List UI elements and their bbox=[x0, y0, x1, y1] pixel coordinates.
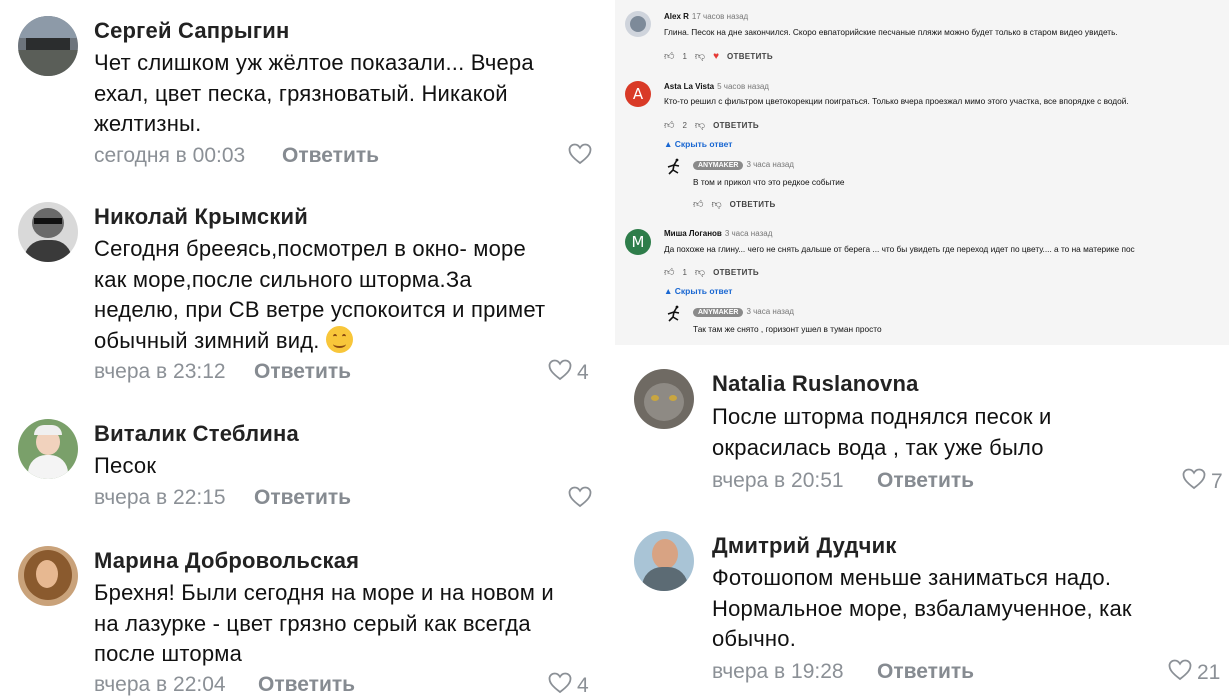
like-count: 21 bbox=[1197, 661, 1221, 684]
like-button[interactable]: 4 bbox=[548, 359, 589, 387]
comment-time[interactable]: сегодня в 00:03 bbox=[94, 144, 245, 168]
heart-icon bbox=[1168, 659, 1192, 687]
reply-button[interactable]: ОТВЕТИТЬ bbox=[713, 268, 759, 277]
thumbs-down-icon[interactable]: 👎︎ bbox=[695, 119, 705, 131]
author-badge[interactable]: ANYMAKER bbox=[693, 308, 744, 317]
youtube-comments-panel: Alex R 17 часов назад Глина. Песок на дне… bbox=[615, 0, 1229, 345]
comment-text: Да похоже на глину... чего не снять даль… bbox=[664, 244, 1135, 254]
comment-text: Чет слишком уж жёлтое показали... Вчера … bbox=[94, 50, 534, 136]
comment-text: После шторма поднялся песок и окрасилась… bbox=[712, 404, 1052, 460]
comment-author[interactable]: Виталик Стеблина bbox=[94, 421, 299, 447]
reply-button[interactable]: Ответить bbox=[254, 360, 351, 384]
avatar[interactable] bbox=[18, 16, 78, 76]
comment-text: Глина. Песок на дне закончился. Скоро ев… bbox=[664, 27, 1118, 37]
reply-button[interactable]: Ответить bbox=[254, 486, 351, 510]
reply-button[interactable]: Ответить bbox=[877, 660, 974, 684]
reply-button[interactable]: Ответить bbox=[282, 144, 379, 168]
like-count: 2 bbox=[682, 120, 687, 130]
comment-time[interactable]: 17 часов назад bbox=[692, 12, 748, 21]
like-button[interactable]: 4 bbox=[548, 672, 589, 700]
like-button[interactable] bbox=[568, 486, 592, 514]
comment-text: Брехня! Были сегодня на море и на новом … bbox=[94, 580, 554, 666]
smile-emoji-icon bbox=[325, 325, 353, 353]
like-count: 7 bbox=[1211, 470, 1223, 493]
like-count: 4 bbox=[577, 674, 589, 697]
heart-icon bbox=[1182, 468, 1206, 496]
avatar[interactable]: A bbox=[625, 81, 651, 107]
thumbs-down-icon[interactable]: 👎︎ bbox=[695, 266, 705, 278]
creator-heart-icon: ♥ bbox=[713, 50, 719, 62]
thumbs-down-icon[interactable]: 👎︎ bbox=[711, 198, 721, 210]
avatar[interactable] bbox=[18, 546, 78, 606]
comment-text: Сегодня брееясь,посмотрел в окно- море к… bbox=[94, 236, 546, 353]
comment-author[interactable]: Asta La Vista 5 часов назад bbox=[664, 82, 769, 91]
comment-time[interactable]: вчера в 20:51 bbox=[712, 469, 844, 493]
like-button[interactable]: 7 bbox=[1182, 468, 1223, 496]
like-button[interactable]: 21 bbox=[1168, 659, 1220, 687]
heart-icon bbox=[548, 359, 572, 387]
reply-button[interactable]: ОТВЕТИТЬ bbox=[730, 200, 776, 209]
heart-icon bbox=[548, 672, 572, 700]
like-count: 1 bbox=[682, 51, 687, 61]
comment-time[interactable]: вчера в 19:28 bbox=[712, 660, 844, 684]
comment-text: Фотошопом меньше заниматься надо. Нормал… bbox=[712, 565, 1132, 651]
comment-time[interactable]: 3 часа назад bbox=[725, 229, 773, 238]
thumbs-up-icon[interactable]: 👍︎ bbox=[664, 119, 674, 131]
comment-author[interactable]: Alex R 17 часов назад bbox=[664, 12, 748, 21]
comment-author[interactable]: Миша Логанов 3 часа назад bbox=[664, 229, 772, 238]
thumbs-up-icon[interactable]: 👍︎ bbox=[664, 50, 674, 62]
avatar[interactable] bbox=[634, 531, 694, 591]
comment-author[interactable]: Марина Добровольская bbox=[94, 548, 359, 574]
comment-time[interactable]: вчера в 22:15 bbox=[94, 486, 226, 510]
like-count: 4 bbox=[577, 361, 589, 384]
comment-text: Кто-то решил с фильтром цветокорекции по… bbox=[664, 96, 1129, 106]
thumbs-up-icon[interactable]: 👍︎ bbox=[693, 198, 703, 210]
comment-author[interactable]: Natalia Ruslanovna bbox=[712, 371, 919, 397]
reply-button[interactable]: ОТВЕТИТЬ bbox=[713, 121, 759, 130]
avatar[interactable]: M bbox=[625, 229, 651, 255]
avatar[interactable] bbox=[634, 369, 694, 429]
heart-icon bbox=[568, 143, 592, 171]
comment-author[interactable]: Сергей Сапрыгин bbox=[94, 18, 289, 44]
channel-logo-icon[interactable] bbox=[665, 305, 681, 323]
avatar[interactable] bbox=[625, 11, 651, 37]
comment-author[interactable]: Николай Крымский bbox=[94, 204, 308, 230]
comment-time[interactable]: 3 часа назад bbox=[746, 307, 794, 316]
comment-text: В том и прикол что это редкое событие bbox=[693, 177, 845, 187]
channel-logo-icon[interactable] bbox=[665, 158, 681, 176]
reply-button[interactable]: Ответить bbox=[877, 469, 974, 493]
thumbs-up-icon[interactable]: 👍︎ bbox=[664, 266, 674, 278]
avatar[interactable] bbox=[18, 202, 78, 262]
comment-time[interactable]: вчера в 22:04 bbox=[94, 673, 226, 697]
avatar[interactable] bbox=[18, 419, 78, 479]
thumbs-down-icon[interactable]: 👎︎ bbox=[695, 50, 705, 62]
comment-text: Так там же снято , горизонт ушел в туман… bbox=[693, 324, 882, 334]
comment-time[interactable]: вчера в 23:12 bbox=[94, 360, 226, 384]
reply-button[interactable]: Ответить bbox=[258, 673, 355, 697]
comment-time[interactable]: 3 часа назад bbox=[746, 160, 794, 169]
comment-text: Песок bbox=[94, 453, 157, 478]
like-count: 1 bbox=[682, 267, 687, 277]
author-badge[interactable]: ANYMAKER bbox=[693, 161, 744, 170]
hide-replies-button[interactable]: ▲ Скрыть ответ bbox=[664, 286, 732, 296]
comment-time[interactable]: 5 часов назад bbox=[717, 82, 769, 91]
hide-replies-button[interactable]: ▲ Скрыть ответ bbox=[664, 139, 732, 149]
reply-button[interactable]: ОТВЕТИТЬ bbox=[727, 52, 773, 61]
like-button[interactable] bbox=[568, 143, 592, 171]
heart-icon bbox=[568, 486, 592, 514]
comment-author[interactable]: Дмитрий Дудчик bbox=[712, 533, 897, 559]
